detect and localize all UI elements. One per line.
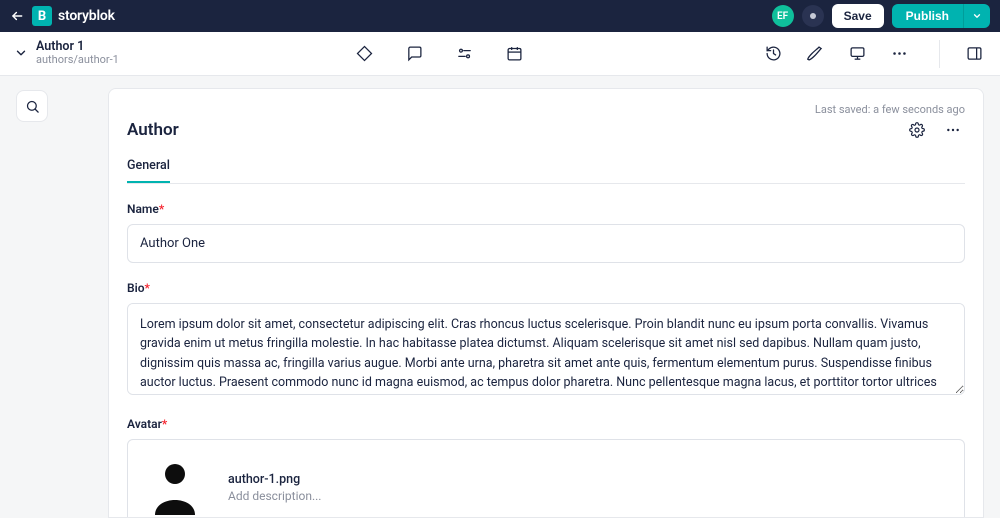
desktop-preview-icon[interactable] [845, 42, 869, 66]
record-button[interactable] [802, 5, 824, 27]
brand-logo: B storyblok [32, 6, 115, 26]
brand-logo-icon: B [32, 6, 52, 26]
field-avatar-label: Avatar* [127, 417, 965, 431]
save-button[interactable]: Save [832, 4, 884, 28]
entry-title: Author 1 [36, 40, 119, 54]
record-dot-icon [810, 13, 816, 19]
tabs: General [127, 152, 965, 184]
field-bio-label: Bio* [127, 281, 965, 295]
content-type-title: Author [127, 120, 179, 140]
config-icon[interactable] [453, 42, 477, 66]
publish-dropdown-button[interactable] [963, 4, 990, 28]
avatar-asset[interactable]: author-1.png Add description... [127, 439, 965, 518]
search-button[interactable] [16, 90, 48, 122]
back-button[interactable] [10, 9, 24, 23]
content-panel: Last saved: a few seconds ago Author Gen… [108, 88, 984, 518]
toolbar-divider [939, 40, 940, 68]
avatar-description-placeholder[interactable]: Add description... [228, 489, 321, 503]
publish-button[interactable]: Publish [892, 4, 963, 28]
publish-button-group: Publish [892, 4, 990, 28]
avatar-filename: author-1.png [228, 472, 321, 487]
name-input[interactable] [127, 224, 965, 263]
toolbar-right-tools [761, 40, 986, 68]
user-avatar[interactable]: EF [772, 5, 794, 27]
gear-icon[interactable] [905, 118, 929, 142]
tab-general[interactable]: General [127, 152, 170, 183]
entry-expand-toggle[interactable] [14, 46, 28, 60]
history-icon[interactable] [761, 42, 785, 66]
brand-name: storyblok [58, 8, 115, 24]
bio-textarea[interactable] [127, 303, 965, 395]
entry-info: Author 1 authors/author-1 [14, 40, 119, 67]
field-name-label: Name* [127, 202, 965, 216]
last-saved-text: Last saved: a few seconds ago [127, 103, 965, 116]
comments-icon[interactable] [403, 42, 427, 66]
tags-icon[interactable] [353, 42, 377, 66]
schedule-icon[interactable] [503, 42, 527, 66]
avatar-thumbnail [140, 452, 210, 518]
draw-icon[interactable] [803, 42, 827, 66]
toolbar-center-tools [129, 42, 751, 66]
editor-toolbar: Author 1 authors/author-1 [0, 32, 1000, 76]
panel-toggle-icon[interactable] [962, 42, 986, 66]
entry-slug: authors/author-1 [36, 54, 119, 67]
topbar: B storyblok EF Save Publish [0, 0, 1000, 32]
content-more-icon[interactable] [941, 118, 965, 142]
field-avatar: Avatar* author-1.png Add description... [127, 417, 965, 518]
field-bio: Bio* [127, 281, 965, 399]
field-name: Name* [127, 202, 965, 263]
more-icon[interactable] [887, 42, 911, 66]
